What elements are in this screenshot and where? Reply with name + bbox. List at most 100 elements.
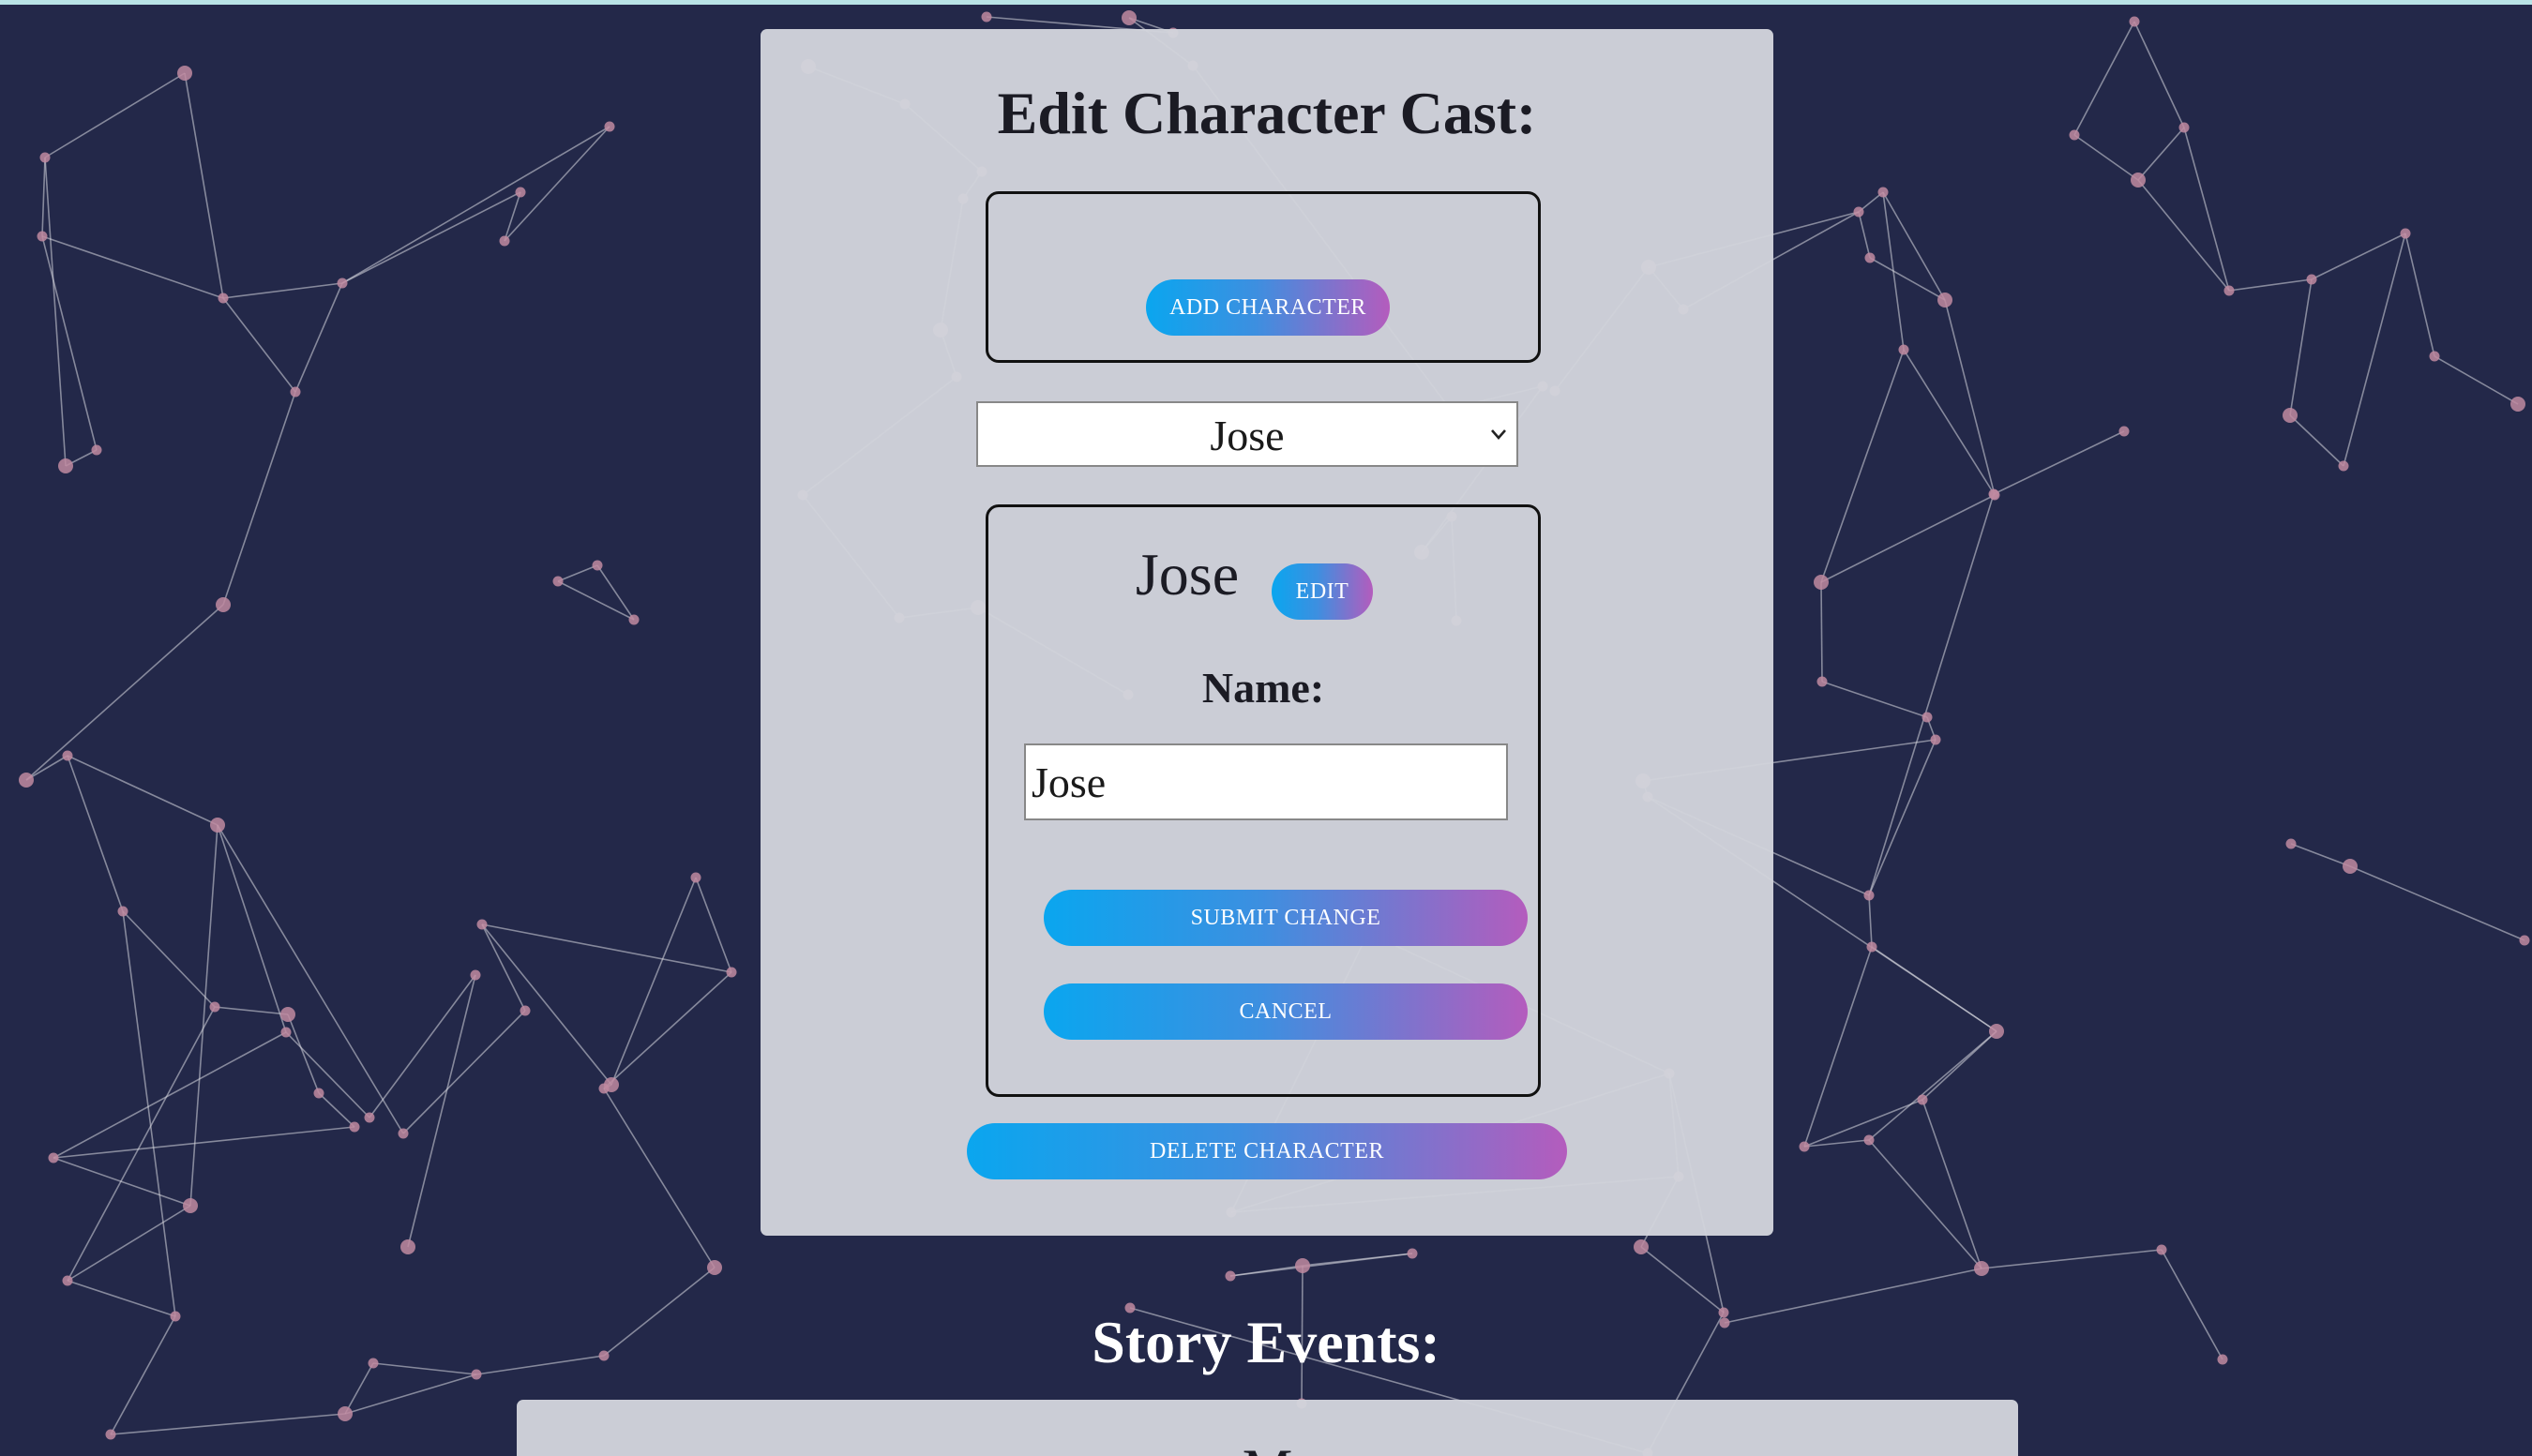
network-node — [364, 1112, 375, 1123]
submit-change-button[interactable]: SUBMIT CHANGE — [1044, 890, 1528, 946]
network-line — [184, 72, 224, 299]
network-line — [1944, 299, 1996, 496]
network-line — [53, 1157, 191, 1207]
network-node — [499, 235, 510, 247]
network-node — [19, 773, 34, 788]
network-node — [2118, 426, 2130, 437]
network-node — [1930, 734, 1941, 745]
cancel-button[interactable]: CANCEL — [1044, 983, 1528, 1040]
network-line — [1868, 894, 1873, 948]
name-input[interactable] — [1024, 743, 1508, 820]
network-line — [1868, 493, 1995, 896]
network-line — [1868, 1030, 1997, 1141]
network-line — [341, 191, 521, 284]
network-line — [2137, 179, 2230, 292]
network-line — [1922, 1099, 1982, 1269]
network-node — [1863, 890, 1875, 901]
network-line — [217, 824, 404, 1134]
network-line — [41, 235, 224, 299]
network-node — [338, 1406, 353, 1421]
network-node — [62, 1275, 73, 1286]
network-line — [2137, 127, 2185, 181]
network-node — [39, 152, 51, 163]
network-node — [1863, 1134, 1875, 1146]
page-background: Edit Character Cast: ADD CHARACTER Jose … — [0, 0, 2532, 1456]
network-line — [287, 1013, 320, 1094]
network-line — [2289, 414, 2344, 467]
network-node — [1814, 575, 1829, 590]
network-line — [596, 564, 635, 621]
character-select[interactable]: Jose — [976, 401, 1518, 467]
network-line — [2311, 233, 2406, 280]
network-node — [628, 614, 640, 625]
network-node — [2283, 408, 2298, 423]
network-line — [1981, 1249, 2163, 1269]
network-node — [707, 1260, 722, 1275]
network-node — [1877, 187, 1889, 198]
network-line — [222, 297, 296, 393]
character-name-heading: Jose — [1135, 541, 1240, 608]
name-label: Name: — [1201, 664, 1325, 712]
network-node — [604, 121, 615, 132]
network-line — [285, 1031, 370, 1118]
network-node — [177, 66, 192, 81]
network-line — [318, 1092, 355, 1128]
network-line — [481, 923, 612, 1086]
network-line — [217, 824, 287, 1033]
network-node — [726, 967, 737, 978]
network-line — [1882, 191, 1905, 351]
network-node — [183, 1198, 198, 1213]
network-line — [344, 1373, 477, 1415]
network-node — [210, 818, 225, 833]
network-line — [2183, 127, 2230, 292]
network-line — [2289, 278, 2313, 416]
network-node — [2178, 122, 2190, 133]
network-line — [610, 877, 697, 1086]
network-node — [515, 187, 526, 198]
network-node — [48, 1152, 59, 1163]
network-line — [2343, 233, 2406, 467]
network-node — [117, 906, 128, 917]
delete-character-button[interactable]: DELETE CHARACTER — [967, 1123, 1567, 1179]
network-line — [2290, 843, 2351, 867]
edit-character-panel: Edit Character Cast: ADD CHARACTER Jose … — [761, 29, 1773, 1236]
network-line — [122, 910, 176, 1317]
network-node — [91, 444, 102, 456]
network-line — [557, 564, 598, 582]
network-line — [407, 974, 476, 1248]
network-node — [2429, 351, 2440, 362]
edit-button[interactable]: EDIT — [1272, 563, 1373, 620]
network-node — [1799, 1141, 1810, 1152]
network-line — [603, 1088, 716, 1268]
network-line — [1993, 430, 2125, 495]
network-node — [2223, 285, 2235, 296]
network-node — [290, 386, 301, 398]
network-node — [1634, 1239, 1649, 1254]
network-line — [122, 910, 216, 1008]
network-line — [2228, 278, 2313, 292]
network-node — [105, 1429, 116, 1440]
network-line — [294, 282, 343, 393]
network-node — [2519, 935, 2530, 946]
network-line — [110, 1413, 346, 1435]
network-line — [1820, 581, 1823, 683]
character-select-value: Jose — [1210, 412, 1285, 459]
network-node — [280, 1027, 292, 1038]
chevron-down-icon — [1491, 429, 1506, 440]
add-character-button[interactable]: ADD CHARACTER — [1146, 279, 1390, 336]
network-line — [2434, 355, 2519, 405]
network-line — [67, 755, 219, 826]
network-line — [481, 923, 526, 1012]
network-node — [218, 293, 229, 304]
network-node — [1122, 10, 1137, 25]
network-line — [1868, 1139, 1982, 1269]
network-line — [189, 824, 219, 1207]
network-node — [337, 278, 348, 289]
network-node — [1864, 252, 1876, 263]
network-node — [2129, 16, 2140, 27]
network-line — [341, 126, 610, 284]
network-line — [1882, 191, 1946, 301]
network-line — [222, 391, 296, 606]
network-node — [209, 1001, 220, 1013]
network-node — [1988, 488, 1999, 500]
